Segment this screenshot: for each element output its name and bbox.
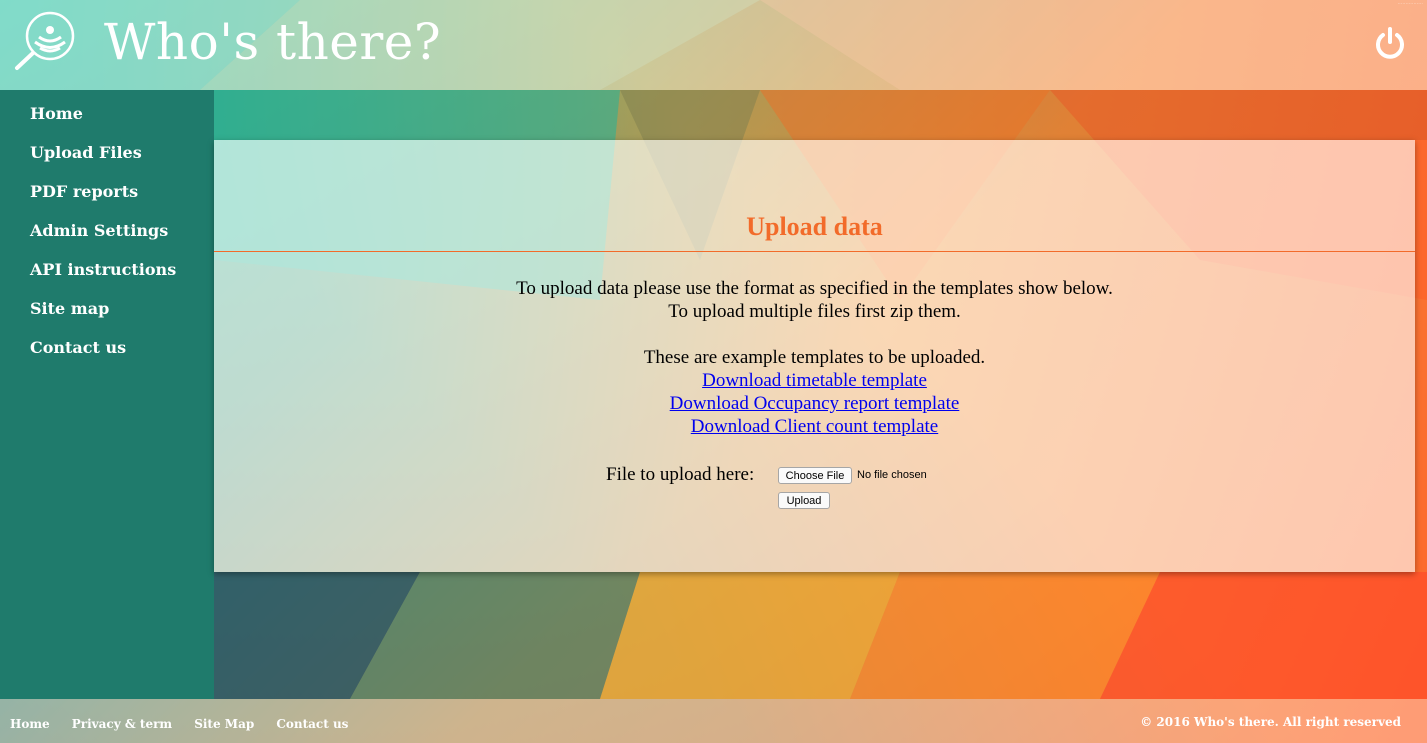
download-client-count-link[interactable]: Download Client count template xyxy=(691,416,938,437)
download-occupancy-link[interactable]: Download Occupancy report template xyxy=(670,393,960,414)
sidebar-item-pdf-reports[interactable]: PDF reports xyxy=(0,168,214,207)
upload-instructions: To upload data please use the format as … xyxy=(214,277,1415,438)
sidebar: Home Upload Files PDF reports Admin Sett… xyxy=(0,90,214,699)
intro-line-2: To upload multiple files first zip them. xyxy=(668,301,961,322)
footer-link-privacy[interactable]: Privacy & term xyxy=(72,717,172,731)
templates-heading: These are example templates to be upload… xyxy=(643,347,986,368)
intro-line-1: To upload data please use the format as … xyxy=(516,278,1113,299)
sidebar-item-site-map[interactable]: Site map xyxy=(0,285,214,324)
upload-button[interactable]: Upload xyxy=(778,492,830,509)
copyright-text: © 2016 Who's there. All right reserved xyxy=(1140,715,1401,729)
title-divider xyxy=(214,251,1415,252)
sidebar-nav: Home Upload Files PDF reports Admin Sett… xyxy=(0,90,214,363)
site-title: Who's there? xyxy=(104,13,442,71)
footer-link-contact[interactable]: Contact us xyxy=(276,717,348,731)
header: Who's there? ................ xyxy=(0,0,1427,90)
sidebar-item-contact-us[interactable]: Contact us xyxy=(0,324,214,363)
header-band xyxy=(214,90,1427,140)
download-timetable-link[interactable]: Download timetable template xyxy=(702,370,927,391)
sidebar-item-api-instructions[interactable]: API instructions xyxy=(0,246,214,285)
footer-link-home[interactable]: Home xyxy=(10,717,50,731)
sidebar-item-admin-settings[interactable]: Admin Settings xyxy=(0,207,214,246)
page-title: Upload data xyxy=(746,212,883,241)
sidebar-item-home[interactable]: Home xyxy=(0,90,214,129)
radar-magnifier-icon[interactable] xyxy=(12,10,78,72)
no-file-status: No file chosen xyxy=(857,469,927,481)
power-icon[interactable] xyxy=(1373,26,1407,60)
footer: Home Privacy & term Site Map Contact us … xyxy=(0,699,1427,743)
file-upload-label: File to upload here: xyxy=(606,464,755,485)
corner-text: ................ xyxy=(1397,0,1423,6)
choose-file-button[interactable]: Choose File xyxy=(778,467,852,484)
footer-link-site-map[interactable]: Site Map xyxy=(194,717,254,731)
upload-panel: Upload data To upload data please use th… xyxy=(214,140,1415,572)
sidebar-item-upload-files[interactable]: Upload Files xyxy=(0,129,214,168)
footer-nav: Home Privacy & term Site Map Contact us xyxy=(10,713,365,732)
